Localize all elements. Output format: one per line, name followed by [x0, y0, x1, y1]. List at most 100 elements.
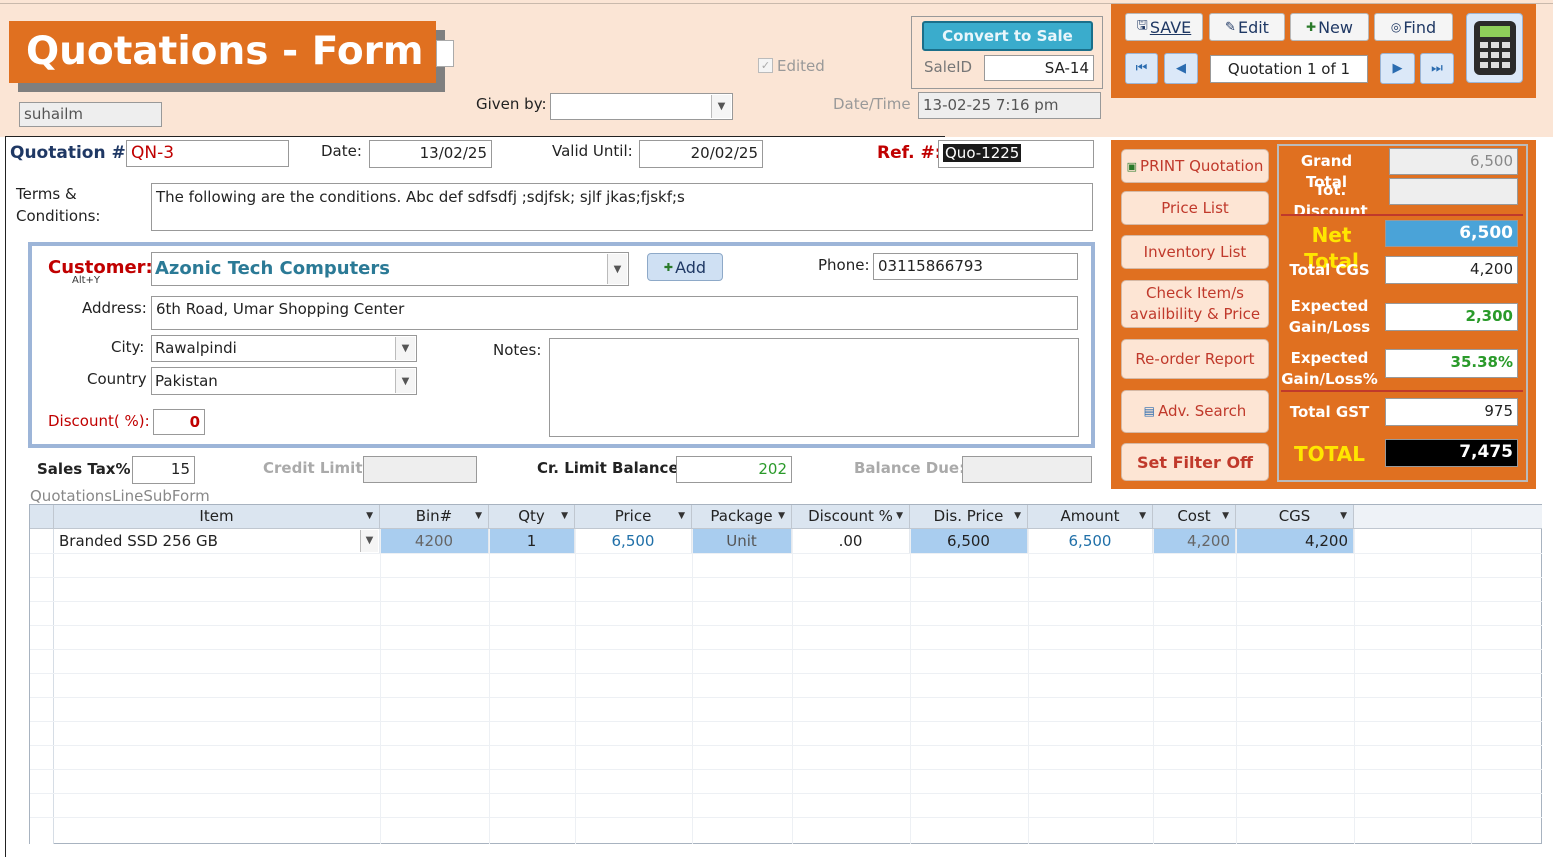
grid-row-line [30, 745, 1542, 746]
form-title: Quotations - Form [9, 21, 436, 83]
grid-row-line [30, 649, 1542, 650]
user-field: suhailm [19, 102, 162, 127]
grid-col-line [1236, 529, 1237, 844]
price-list-button[interactable]: Price List [1121, 191, 1269, 225]
expected-gain-pct-label: Expected Gain/Loss% [1281, 349, 1378, 388]
discount-field[interactable]: 0 [153, 409, 205, 435]
chevron-down-icon[interactable]: ▼ [395, 369, 415, 393]
col-cost[interactable]: Cost ▼ [1153, 505, 1236, 529]
cell-cost: 4,200 [1153, 529, 1236, 553]
notes-field[interactable] [549, 338, 1079, 437]
prev-record-button[interactable]: ◀ [1164, 53, 1198, 84]
grid-col-line [792, 529, 793, 844]
grid-col-line [692, 529, 693, 844]
divider [5, 137, 6, 857]
inventory-list-button[interactable]: Inventory List [1121, 235, 1269, 269]
print-quotation-button[interactable]: ▣ PRINT Quotation [1121, 149, 1269, 183]
grid-row-line [30, 625, 1542, 626]
reorder-report-button[interactable]: Re-order Report [1121, 339, 1269, 379]
line-items-grid: Item ▼ Bin# ▼ Qty ▼ Price ▼ Package ▼ Discoun… [29, 504, 1542, 844]
cell-package[interactable]: Unit [692, 529, 792, 553]
new-button[interactable]: ✚ New [1290, 13, 1369, 41]
select-all-corner[interactable] [30, 505, 54, 529]
expected-gain-pct-field: 35.38% [1385, 349, 1518, 378]
chevron-down-icon[interactable]: ▼ [395, 337, 415, 360]
cell-qty[interactable]: 1 [489, 529, 575, 553]
given-by-label: Given by: [476, 95, 547, 113]
last-record-button[interactable]: ⏭ [1420, 53, 1454, 84]
col-item[interactable]: Item ▼ [54, 505, 380, 529]
next-record-button[interactable]: ▶ [1380, 53, 1415, 84]
cr-balance-label: Cr. Limit Balance: [537, 459, 685, 477]
convert-to-sale-button[interactable]: Convert to Sale [922, 21, 1093, 51]
find-button[interactable]: ◎ Find [1374, 13, 1453, 41]
prev-icon: ◀ [1176, 61, 1186, 76]
phone-field[interactable]: 03115866793 [873, 253, 1078, 280]
table-row[interactable]: Branded SSD 256 GB ▼ 4200 1 6,500 Unit .0… [54, 529, 1354, 553]
sales-tax-field[interactable]: 15 [132, 456, 195, 484]
cell-price[interactable]: 6,500 [575, 529, 692, 553]
search-form-icon: ▤ [1143, 404, 1156, 418]
address-label: Address: [82, 299, 147, 317]
terms-label-1: Terms & [16, 185, 77, 203]
first-icon: ⏮ [1135, 61, 1148, 76]
net-total-field: 6,500 [1385, 220, 1518, 247]
terms-field[interactable]: The following are the conditions. Abc de… [151, 183, 1093, 231]
total-cgs-label: Total CGS [1289, 261, 1370, 279]
country-combo[interactable]: Pakistan ▼ [151, 367, 417, 395]
city-label: City: [111, 338, 145, 356]
chevron-down-icon[interactable]: ▼ [360, 530, 378, 552]
save-button[interactable]: 🖫 SAVE [1125, 13, 1203, 41]
grand-total-field: 6,500 [1389, 148, 1518, 175]
cell-bin: 4200 [380, 529, 489, 553]
saleid-label: SaleID [924, 58, 973, 76]
grid-col-line [489, 529, 490, 844]
address-field[interactable]: 6th Road, Umar Shopping Center [151, 296, 1078, 330]
record-nav-field: Quotation 1 of 1 [1210, 55, 1368, 83]
grid-col-line [1354, 529, 1355, 844]
given-by-combo[interactable]: ▼ [550, 93, 733, 120]
cell-item[interactable]: Branded SSD 256 GB ▼ [54, 529, 380, 553]
ref-label: Ref. #: [877, 143, 942, 163]
divider [5, 136, 945, 137]
col-bin[interactable]: Bin# ▼ [380, 505, 489, 529]
first-record-button[interactable]: ⏮ [1125, 53, 1158, 84]
date-field[interactable]: 13/02/25 [369, 140, 492, 168]
quotation-number-field[interactable]: QN-3 [126, 140, 289, 167]
city-combo[interactable]: Rawalpindi ▼ [151, 335, 417, 362]
edited-checkbox[interactable]: ✓ [758, 58, 773, 73]
edit-button[interactable]: ✎ Edit [1209, 13, 1285, 41]
ref-field[interactable]: Quo-1225 [938, 140, 1094, 168]
grid-header-filler [1354, 505, 1542, 529]
credit-limit-label: Credit Limit: [263, 459, 369, 477]
grid-col-line [1028, 529, 1029, 844]
col-amount[interactable]: Amount ▼ [1028, 505, 1153, 529]
grid-row-line [30, 817, 1542, 818]
plus-icon: ✚ [663, 260, 674, 274]
col-discount[interactable]: Discount % ▼ [792, 505, 910, 529]
check-availability-button[interactable]: Check Item/s availbility & Price [1121, 280, 1269, 328]
calculator-button[interactable] [1466, 13, 1523, 83]
valid-until-field[interactable]: 20/02/25 [639, 140, 763, 168]
col-cgs[interactable]: CGS ▼ [1236, 505, 1354, 529]
total-label: TOTAL [1294, 442, 1365, 466]
add-customer-button[interactable]: ✚ Add [647, 253, 723, 281]
cell-discount[interactable]: .00 [792, 529, 910, 553]
col-qty[interactable]: Qty ▼ [489, 505, 575, 529]
grid-col-line [1471, 529, 1472, 844]
adv-search-button[interactable]: ▤ Adv. Search [1121, 390, 1269, 433]
notes-label: Notes: [493, 341, 542, 359]
chevron-down-icon[interactable]: ▼ [711, 95, 731, 118]
calculator-icon [1473, 21, 1516, 75]
chevron-down-icon[interactable]: ▼ [607, 254, 627, 284]
col-dis-price[interactable]: Dis. Price ▼ [910, 505, 1028, 529]
set-filter-off-button[interactable]: Set Filter Off [1121, 443, 1269, 481]
col-price[interactable]: Price ▼ [575, 505, 692, 529]
customer-combo[interactable]: Azonic Tech Computers ▼ [151, 252, 629, 286]
total-cgs-field: 4,200 [1385, 256, 1518, 284]
col-package[interactable]: Package ▼ [692, 505, 792, 529]
next-icon: ▶ [1392, 61, 1403, 76]
saleid-field[interactable]: SA-14 [984, 55, 1094, 81]
phone-label: Phone: [818, 256, 870, 274]
grid-row-line [30, 697, 1542, 698]
